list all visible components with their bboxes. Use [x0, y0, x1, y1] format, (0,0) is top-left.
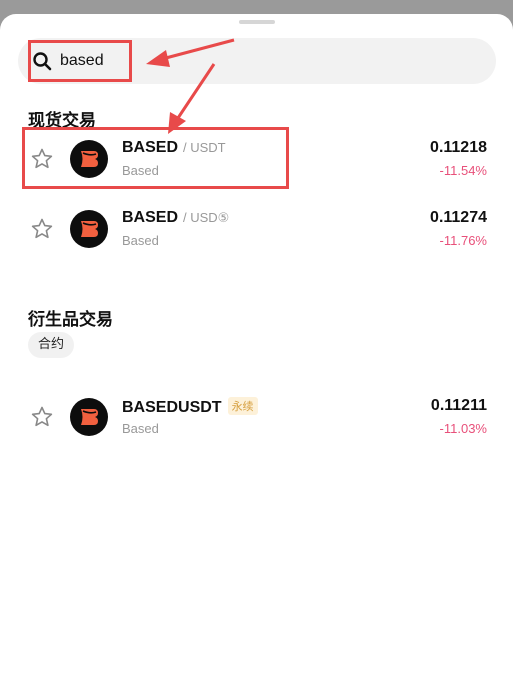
coin-price: 0.11274 — [430, 209, 487, 226]
derivatives-section-title: 衍生品交易 — [28, 310, 113, 330]
search-input[interactable] — [60, 46, 420, 76]
price-change: -11.03% — [439, 421, 487, 436]
based-coin-icon — [70, 210, 108, 248]
coin-subtitle: Based — [122, 163, 159, 178]
star-icon[interactable] — [30, 217, 54, 241]
coin-price: 0.11218 — [430, 139, 487, 156]
trading-pair: / USD⑤ — [183, 210, 230, 225]
coin-subtitle: Based — [122, 421, 159, 436]
spot-row-based-usdt[interactable]: BASED / USDT Based 0.11218 -11.54% — [0, 127, 513, 191]
coin-name: BASED / USDT — [122, 139, 226, 156]
coin-price: 0.11211 — [430, 397, 487, 414]
trading-pair: / USDT — [183, 140, 226, 155]
coin-name: BASEDUSDT 永续 — [122, 397, 258, 417]
price-change: -11.76% — [439, 233, 487, 248]
price-change: -11.54% — [439, 163, 487, 178]
perpetual-badge: 永续 — [227, 397, 258, 415]
sheet-grabber-handle[interactable] — [239, 20, 275, 24]
coin-subtitle: Based — [122, 233, 159, 248]
contract-filter-chip[interactable]: 合约 — [28, 332, 75, 358]
based-coin-icon — [70, 398, 108, 436]
star-icon[interactable] — [30, 405, 54, 429]
star-icon[interactable] — [30, 147, 54, 171]
coin-name: BASED / USD⑤ — [122, 209, 230, 226]
derivatives-row-basedusdt[interactable]: BASEDUSDT 永续 Based 0.11211 -11.03% — [0, 385, 513, 449]
based-coin-icon — [70, 140, 108, 178]
search-bar[interactable] — [18, 38, 496, 84]
search-icon — [33, 52, 52, 71]
spot-row-based-usd[interactable]: BASED / USD⑤ Based 0.11274 -11.76% — [0, 197, 513, 261]
